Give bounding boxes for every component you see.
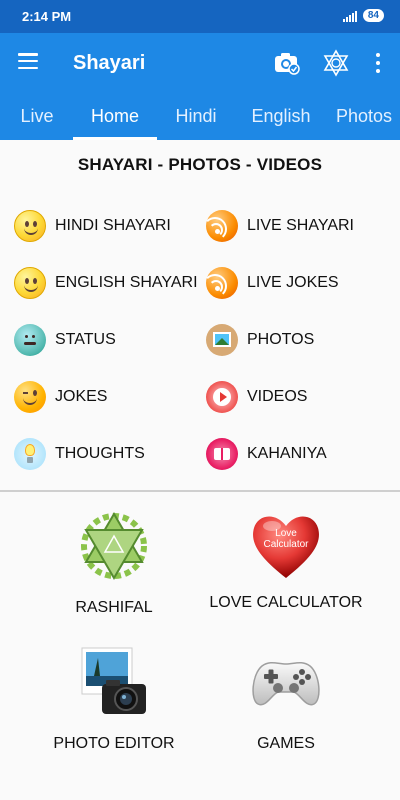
- status-time: 2:14 PM: [22, 9, 72, 24]
- feature-label: RASHIFAL: [75, 599, 153, 616]
- item-label: PHOTOS: [247, 331, 315, 348]
- thoughts-item[interactable]: THOUGHTS: [14, 436, 145, 472]
- star-of-david-icon[interactable]: [322, 49, 350, 77]
- tab-photos[interactable]: Photos: [336, 95, 400, 140]
- photo-icon: [206, 324, 238, 356]
- rss-icon: [203, 210, 238, 242]
- hindi-shayari-item[interactable]: HINDI SHAYARI: [14, 208, 171, 244]
- play-icon: [206, 381, 238, 413]
- rss-icon: [203, 267, 238, 299]
- games-item[interactable]: GAMES: [196, 644, 376, 753]
- more-vert-icon[interactable]: [371, 53, 385, 73]
- feature-label: GAMES: [257, 735, 315, 752]
- heart-icon-text: Love Calculator: [263, 528, 309, 550]
- wink-face-icon: [14, 381, 46, 413]
- item-label: LIVE SHAYARI: [247, 217, 354, 234]
- item-label: STATUS: [55, 331, 116, 348]
- camera-icon[interactable]: [274, 51, 300, 75]
- item-label: KAHANIYA: [247, 445, 327, 462]
- item-label: VIDEOS: [247, 388, 308, 405]
- lightbulb-icon: [14, 438, 46, 470]
- app-bar: Shayari: [0, 33, 400, 95]
- photo-editor-item[interactable]: PHOTO EDITOR: [24, 644, 204, 753]
- heart-icon: Love Calculator: [248, 508, 324, 584]
- videos-item[interactable]: VIDEOS: [206, 379, 307, 415]
- neutral-face-icon: [14, 324, 46, 356]
- photos-item[interactable]: PHOTOS: [206, 322, 314, 358]
- item-label: LIVE JOKES: [247, 274, 339, 291]
- tab-bar: Live Home Hindi English Photos: [0, 95, 400, 140]
- tab-home[interactable]: Home: [73, 95, 157, 140]
- item-label: ENGLISH SHAYARI: [55, 274, 198, 291]
- tab-english[interactable]: English: [242, 95, 320, 140]
- divider: [0, 490, 400, 492]
- feature-label: PHOTO EDITOR: [53, 735, 175, 752]
- love-calculator-item[interactable]: Love Calculator LOVE CALCULATOR: [196, 508, 376, 612]
- item-label: HINDI SHAYARI: [55, 217, 171, 234]
- status-item[interactable]: STATUS: [14, 322, 116, 358]
- live-shayari-item[interactable]: LIVE SHAYARI: [203, 208, 354, 244]
- signal-icon: [342, 10, 357, 22]
- section-title: SHAYARI - PHOTOS - VIDEOS: [77, 155, 323, 174]
- camera-photo-icon: [81, 647, 146, 714]
- tab-live[interactable]: Live: [8, 95, 66, 140]
- jokes-item[interactable]: JOKES: [14, 379, 107, 415]
- gamepad-icon: [252, 661, 320, 706]
- live-jokes-item[interactable]: LIVE JOKES: [203, 265, 339, 301]
- rashifal-item[interactable]: RASHIFAL: [24, 508, 204, 617]
- hexagram-icon: [81, 512, 147, 580]
- tab-hindi[interactable]: Hindi: [166, 95, 226, 140]
- smiley-icon: [14, 267, 46, 299]
- book-icon: [206, 438, 238, 470]
- app-title: Shayari: [73, 52, 146, 74]
- feature-label: LOVE CALCULATOR: [209, 594, 363, 611]
- item-label: THOUGHTS: [55, 445, 145, 462]
- english-shayari-item[interactable]: ENGLISH SHAYARI: [14, 265, 198, 301]
- kahaniya-item[interactable]: KAHANIYA: [206, 436, 327, 472]
- item-label: JOKES: [55, 388, 108, 405]
- battery-indicator: 84: [362, 9, 384, 22]
- smiley-icon: [14, 210, 46, 242]
- menu-icon[interactable]: [18, 53, 38, 69]
- status-bar: 2:14 PM 84: [0, 0, 400, 33]
